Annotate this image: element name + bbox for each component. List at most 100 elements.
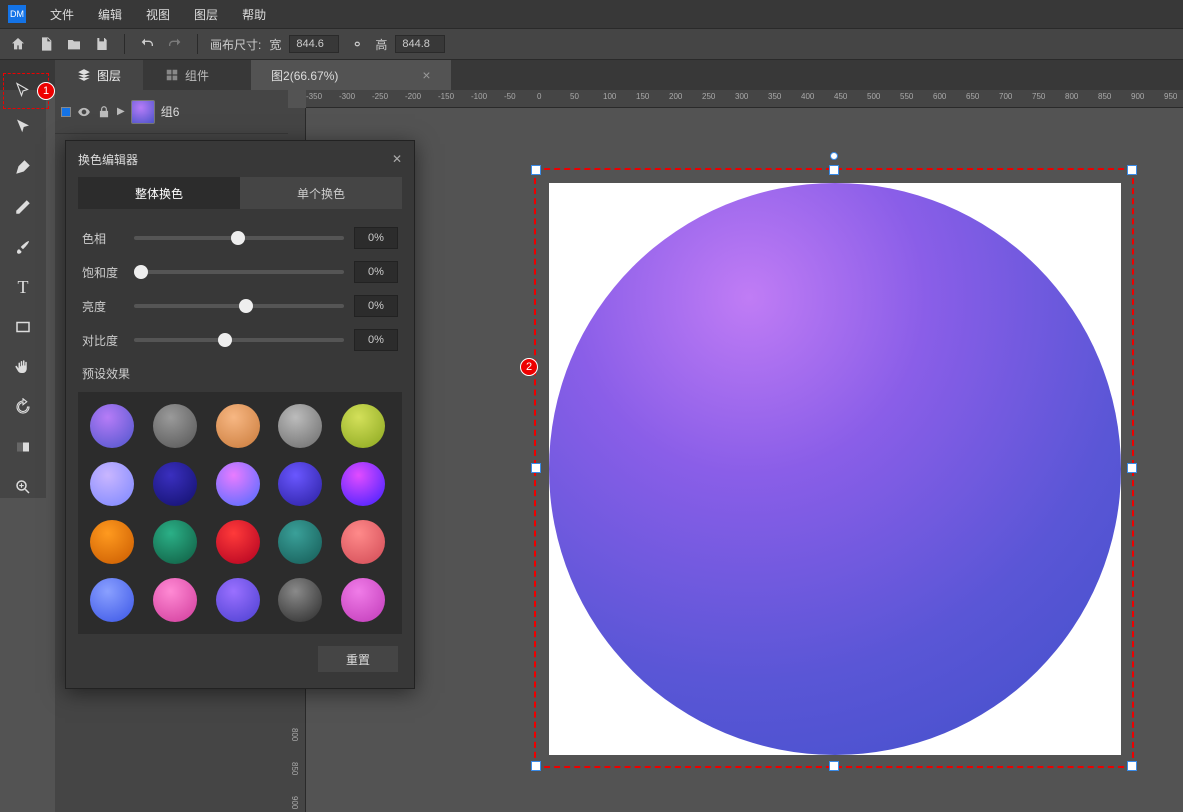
preset-swatch-0[interactable] xyxy=(90,404,134,448)
layer-select-checkbox[interactable] xyxy=(61,107,71,117)
presets-label: 预设效果 xyxy=(66,357,414,386)
slider-row-3: 对比度 0% xyxy=(66,323,414,357)
tab-components-label: 组件 xyxy=(185,67,209,84)
slider-track[interactable] xyxy=(134,304,344,308)
resize-handle-br[interactable] xyxy=(1127,761,1137,771)
menu-layer[interactable]: 图层 xyxy=(182,6,230,23)
text-tool[interactable]: T xyxy=(12,276,34,298)
preset-swatch-19[interactable] xyxy=(341,578,385,622)
menu-help[interactable]: 帮助 xyxy=(230,6,278,23)
slider-value[interactable]: 0% xyxy=(354,261,398,283)
canvas-area: -350-300-250-200-150-100-500501001502002… xyxy=(288,90,1183,812)
menu-bar: DM 文件 编辑 视图 图层 帮助 xyxy=(0,0,1183,28)
document-tab[interactable]: 图2(66.67%) × xyxy=(251,60,451,90)
visibility-icon[interactable] xyxy=(77,105,91,119)
slider-row-0: 色相 0% xyxy=(66,221,414,255)
layer-name[interactable]: 组6 xyxy=(161,103,180,120)
slider-track[interactable] xyxy=(134,338,344,342)
preset-swatch-1[interactable] xyxy=(153,404,197,448)
expand-arrow-icon[interactable]: ▶ xyxy=(117,106,125,117)
slider-row-1: 饱和度 0% xyxy=(66,255,414,289)
canvas-size-label: 画布尺寸: xyxy=(210,36,261,53)
slider-label: 饱和度 xyxy=(82,264,124,281)
resize-handle-bl[interactable] xyxy=(531,761,541,771)
resize-handle-tm[interactable] xyxy=(829,165,839,175)
gradient-tool[interactable] xyxy=(12,436,34,458)
annotation-marker-1: 1 xyxy=(37,82,55,100)
resize-handle-tl[interactable] xyxy=(531,165,541,175)
slider-thumb[interactable] xyxy=(239,299,253,313)
slider-label: 亮度 xyxy=(82,298,124,315)
slider-value[interactable]: 0% xyxy=(354,295,398,317)
slider-track[interactable] xyxy=(134,270,344,274)
tab-single-color[interactable]: 单个换色 xyxy=(240,177,402,209)
menu-file[interactable]: 文件 xyxy=(38,6,86,23)
preset-swatch-14[interactable] xyxy=(341,520,385,564)
tab-layers[interactable]: 图层 xyxy=(55,60,143,90)
slider-thumb[interactable] xyxy=(134,265,148,279)
app-logo: DM xyxy=(8,5,26,23)
resize-handle-ml[interactable] xyxy=(531,463,541,473)
canvas-viewport[interactable]: 2 xyxy=(306,108,1183,812)
rotation-handle[interactable] xyxy=(830,152,838,160)
lock-icon[interactable] xyxy=(97,105,111,119)
layer-thumbnail xyxy=(131,100,155,124)
slider-thumb[interactable] xyxy=(231,231,245,245)
resize-handle-tr[interactable] xyxy=(1127,165,1137,175)
layer-row[interactable]: ▶ 组6 xyxy=(55,90,288,134)
preset-swatch-4[interactable] xyxy=(341,404,385,448)
zoom-tool[interactable] xyxy=(12,476,34,498)
brush-tool[interactable] xyxy=(12,236,34,258)
preset-swatch-10[interactable] xyxy=(90,520,134,564)
slider-thumb[interactable] xyxy=(218,333,232,347)
preset-swatch-15[interactable] xyxy=(90,578,134,622)
redo-icon[interactable] xyxy=(165,34,185,54)
preset-swatch-16[interactable] xyxy=(153,578,197,622)
preset-swatch-12[interactable] xyxy=(216,520,260,564)
height-label: 高 xyxy=(375,36,387,53)
close-tab-icon[interactable]: × xyxy=(422,67,430,83)
resize-handle-bm[interactable] xyxy=(829,761,839,771)
hand-tool[interactable] xyxy=(12,356,34,378)
preset-swatch-7[interactable] xyxy=(216,462,260,506)
close-icon[interactable]: ✕ xyxy=(392,152,402,166)
home-icon[interactable] xyxy=(8,34,28,54)
preset-swatch-9[interactable] xyxy=(341,462,385,506)
preset-swatch-8[interactable] xyxy=(278,462,322,506)
reset-button[interactable]: 重置 xyxy=(318,646,398,672)
move-tool[interactable] xyxy=(12,116,34,138)
slider-value[interactable]: 0% xyxy=(354,329,398,351)
preset-swatch-18[interactable] xyxy=(278,578,322,622)
menu-edit[interactable]: 编辑 xyxy=(86,6,134,23)
ruler-horizontal: -350-300-250-200-150-100-500501001502002… xyxy=(306,90,1183,108)
undo-icon[interactable] xyxy=(137,34,157,54)
selection-bounds xyxy=(534,168,1134,768)
preset-swatch-6[interactable] xyxy=(153,462,197,506)
preset-swatch-5[interactable] xyxy=(90,462,134,506)
preset-swatch-11[interactable] xyxy=(153,520,197,564)
toolbar: 画布尺寸: 宽 844.6 高 844.8 xyxy=(0,28,1183,60)
color-editor-panel: 换色编辑器 ✕ 整体换色 单个换色 色相 0%饱和度 0%亮度 0%对比度 0%… xyxy=(65,140,415,689)
menu-view[interactable]: 视图 xyxy=(134,6,182,23)
save-icon[interactable] xyxy=(92,34,112,54)
color-editor-title: 换色编辑器 xyxy=(78,151,138,168)
tab-global-color[interactable]: 整体换色 xyxy=(78,177,240,209)
preset-swatch-3[interactable] xyxy=(278,404,322,448)
tab-components[interactable]: 组件 xyxy=(143,60,231,90)
preset-swatch-2[interactable] xyxy=(216,404,260,448)
resize-handle-mr[interactable] xyxy=(1127,463,1137,473)
width-input[interactable]: 844.6 xyxy=(289,35,339,53)
preset-swatch-13[interactable] xyxy=(278,520,322,564)
pen-tool[interactable] xyxy=(12,156,34,178)
link-dimensions-icon[interactable] xyxy=(347,34,367,54)
slider-value[interactable]: 0% xyxy=(354,227,398,249)
pencil-tool[interactable] xyxy=(12,196,34,218)
preset-grid xyxy=(78,392,402,634)
new-doc-icon[interactable] xyxy=(36,34,56,54)
slider-track[interactable] xyxy=(134,236,344,240)
height-input[interactable]: 844.8 xyxy=(395,35,445,53)
rotate-tool[interactable] xyxy=(12,396,34,418)
preset-swatch-17[interactable] xyxy=(216,578,260,622)
open-icon[interactable] xyxy=(64,34,84,54)
rectangle-tool[interactable] xyxy=(12,316,34,338)
